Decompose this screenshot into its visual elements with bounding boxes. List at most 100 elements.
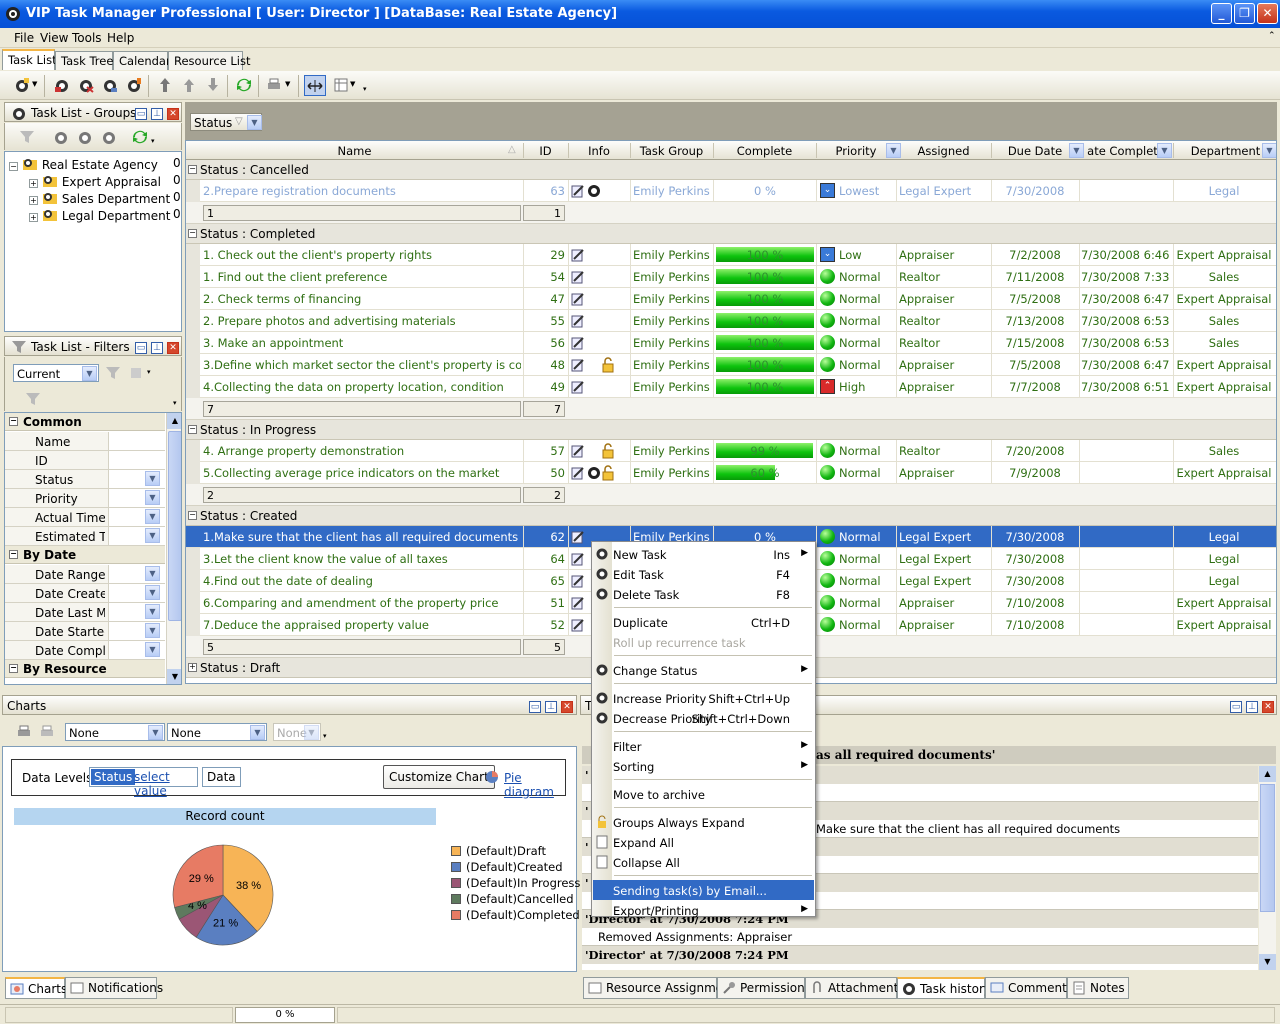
- clear-filter-icon[interactable]: [105, 365, 121, 381]
- filter-item[interactable]: Date Last Mo ▼: [5, 603, 165, 622]
- fit-columns-button[interactable]: [304, 75, 326, 96]
- add-group-icon[interactable]: [53, 129, 69, 145]
- print-icon[interactable]: [266, 77, 282, 93]
- groups-panel-close-icon[interactable]: ✕: [167, 108, 179, 120]
- filter-section[interactable]: − By Resource: [5, 660, 165, 678]
- filter-item[interactable]: Date Complet ▼: [5, 641, 165, 660]
- task-info-icon[interactable]: [570, 357, 586, 373]
- collapse-icon[interactable]: −: [9, 550, 18, 559]
- refresh-dropdown-icon[interactable]: ▾: [151, 137, 155, 145]
- filter-select[interactable]: Current ▼: [13, 364, 99, 382]
- history-scrollbar[interactable]: ▲ ▼: [1259, 766, 1276, 970]
- table-row[interactable]: 2. Prepare photos and advertising materi…: [186, 310, 1276, 332]
- table-row[interactable]: 1. Find out the client preference 54 Emily…: [186, 266, 1276, 288]
- tab-comments[interactable]: Comments: [985, 977, 1073, 999]
- collapse-icon[interactable]: −: [188, 425, 197, 434]
- groups-panel-pin-icon[interactable]: ⊥: [151, 108, 163, 120]
- column-header[interactable]: ID: [523, 144, 568, 158]
- customize-chart-button[interactable]: Customize Chart: [383, 765, 495, 789]
- chart-combo-3[interactable]: None ▼: [273, 723, 321, 741]
- expand-icon[interactable]: +: [188, 663, 197, 672]
- menu-item-decrease-priority[interactable]: Decrease Priority Shift+Ctrl+Down: [593, 708, 814, 728]
- group-row[interactable]: − Status : Cancelled: [186, 160, 1276, 180]
- select-value-link[interactable]: select value: [134, 770, 197, 798]
- menu-overflow-icon[interactable]: ⌃: [1268, 31, 1276, 41]
- tab-permissions[interactable]: Permissions: [717, 977, 811, 999]
- edit-group-icon[interactable]: [77, 129, 93, 145]
- menu-item-expand-all[interactable]: Expand All: [593, 832, 814, 852]
- tab-task-list[interactable]: Task List: [2, 49, 57, 70]
- filters-panel-restore-icon[interactable]: ▭: [135, 342, 147, 354]
- minimize-button[interactable]: _: [1211, 3, 1232, 24]
- menu-item-change-status[interactable]: Change Status ▶: [593, 660, 814, 680]
- edit-task-icon[interactable]: [54, 77, 70, 93]
- task-info-icon[interactable]: [570, 573, 586, 589]
- task-info-icon[interactable]: [570, 247, 586, 263]
- preview-chart-icon[interactable]: [39, 724, 55, 740]
- filters-panel-pin-icon[interactable]: ⊥: [151, 342, 163, 354]
- menu-item-edit-task[interactable]: Edit Task F4: [593, 564, 814, 584]
- new-task-icon[interactable]: [14, 77, 30, 93]
- columns-dropdown-icon[interactable]: ▼: [350, 80, 355, 88]
- column-filter-priority-icon[interactable]: ▼: [886, 143, 901, 158]
- table-row[interactable]: 4. Arrange property demonstration 57 Emily…: [186, 440, 1276, 462]
- print-dropdown-icon[interactable]: ▼: [285, 80, 290, 88]
- group-row[interactable]: − Status : Created: [186, 506, 1276, 526]
- table-row[interactable]: 3.Define which market sector the client'…: [186, 354, 1276, 376]
- status-level-button[interactable]: Status: [91, 769, 136, 785]
- filter-settings-icon[interactable]: [129, 365, 145, 381]
- collapse-icon[interactable]: −: [188, 229, 197, 238]
- scroll-thumb[interactable]: [1260, 784, 1275, 912]
- chevron-down-icon[interactable]: ▼: [145, 509, 160, 524]
- scroll-thumb[interactable]: [168, 431, 181, 621]
- column-filter-completed-icon[interactable]: ▼: [1157, 143, 1172, 158]
- filter-section[interactable]: − By Date: [5, 546, 165, 564]
- chevron-down-icon[interactable]: ▼: [145, 490, 160, 505]
- charts-panel-pin-icon[interactable]: ⊥: [545, 701, 557, 713]
- task-info-icon[interactable]: [570, 291, 586, 307]
- pie-diagram-link[interactable]: Pie diagram: [504, 771, 565, 799]
- collapse-icon[interactable]: −: [188, 165, 197, 174]
- details-panel-restore-icon[interactable]: ▭: [1230, 701, 1242, 713]
- task-info-icon[interactable]: [570, 443, 586, 459]
- menu-item-export-printing[interactable]: Export/Printing ▶: [593, 900, 814, 920]
- tab-notes[interactable]: Notes: [1067, 977, 1129, 999]
- menu-tools[interactable]: Tools: [72, 31, 102, 45]
- table-row[interactable]: 2.Prepare registration documents 63 Emily …: [186, 180, 1276, 202]
- menu-item-collapse-all[interactable]: Collapse All: [593, 852, 814, 872]
- task-info-icon[interactable]: [570, 269, 586, 285]
- delete-group-icon[interactable]: [101, 129, 117, 145]
- tree-node-expert-appraisal[interactable]: + Expert Appraisal: [29, 173, 161, 189]
- tab-notifications[interactable]: Notifications: [65, 977, 163, 999]
- chevron-down-icon[interactable]: ▼: [247, 115, 262, 130]
- column-header[interactable]: Complete: [713, 144, 816, 158]
- scroll-up-icon[interactable]: ▲: [167, 413, 181, 429]
- filters-panel-close-icon[interactable]: ✕: [167, 342, 179, 354]
- filter-item[interactable]: Date Created ▼: [5, 584, 165, 603]
- filter-item[interactable]: Status ▼: [5, 470, 165, 489]
- menu-item-move-to-archive[interactable]: Move to archive: [593, 784, 814, 804]
- tab-charts[interactable]: Charts: [5, 977, 67, 999]
- menu-item-duplicate[interactable]: Duplicate Ctrl+D: [593, 612, 814, 632]
- tab-calendar[interactable]: Calendar: [113, 51, 171, 70]
- columns-icon[interactable]: [333, 77, 349, 93]
- task-properties-icon[interactable]: [102, 77, 118, 93]
- tab-resource-assignment[interactable]: Resource Assignment: [583, 977, 736, 999]
- menu-item-sorting[interactable]: Sorting ▶: [593, 756, 814, 776]
- move-up-icon[interactable]: [181, 77, 197, 93]
- group-filter-icon[interactable]: [19, 129, 35, 145]
- menu-item-groups-always-expand[interactable]: Groups Always Expand: [593, 812, 814, 832]
- filters-overflow-icon[interactable]: ▾: [173, 399, 177, 407]
- scroll-down-icon[interactable]: ▼: [1259, 954, 1276, 970]
- task-info-icon[interactable]: [570, 313, 586, 329]
- group-by-status-chip[interactable]: Status ▽ ▼: [190, 113, 262, 131]
- filter-item[interactable]: Date Range ▼: [5, 565, 165, 584]
- move-top-icon[interactable]: [157, 77, 173, 93]
- scroll-down-icon[interactable]: ▼: [167, 669, 181, 684]
- group-row[interactable]: − Status : Completed: [186, 224, 1276, 244]
- details-panel-pin-icon[interactable]: ⊥: [1246, 701, 1258, 713]
- table-row[interactable]: 5.Collecting average price indicators on…: [186, 462, 1276, 484]
- move-down-icon[interactable]: [205, 77, 221, 93]
- group-row[interactable]: − Status : In Progress: [186, 420, 1276, 440]
- filter-item[interactable]: Estimated Tin ▼: [5, 527, 165, 546]
